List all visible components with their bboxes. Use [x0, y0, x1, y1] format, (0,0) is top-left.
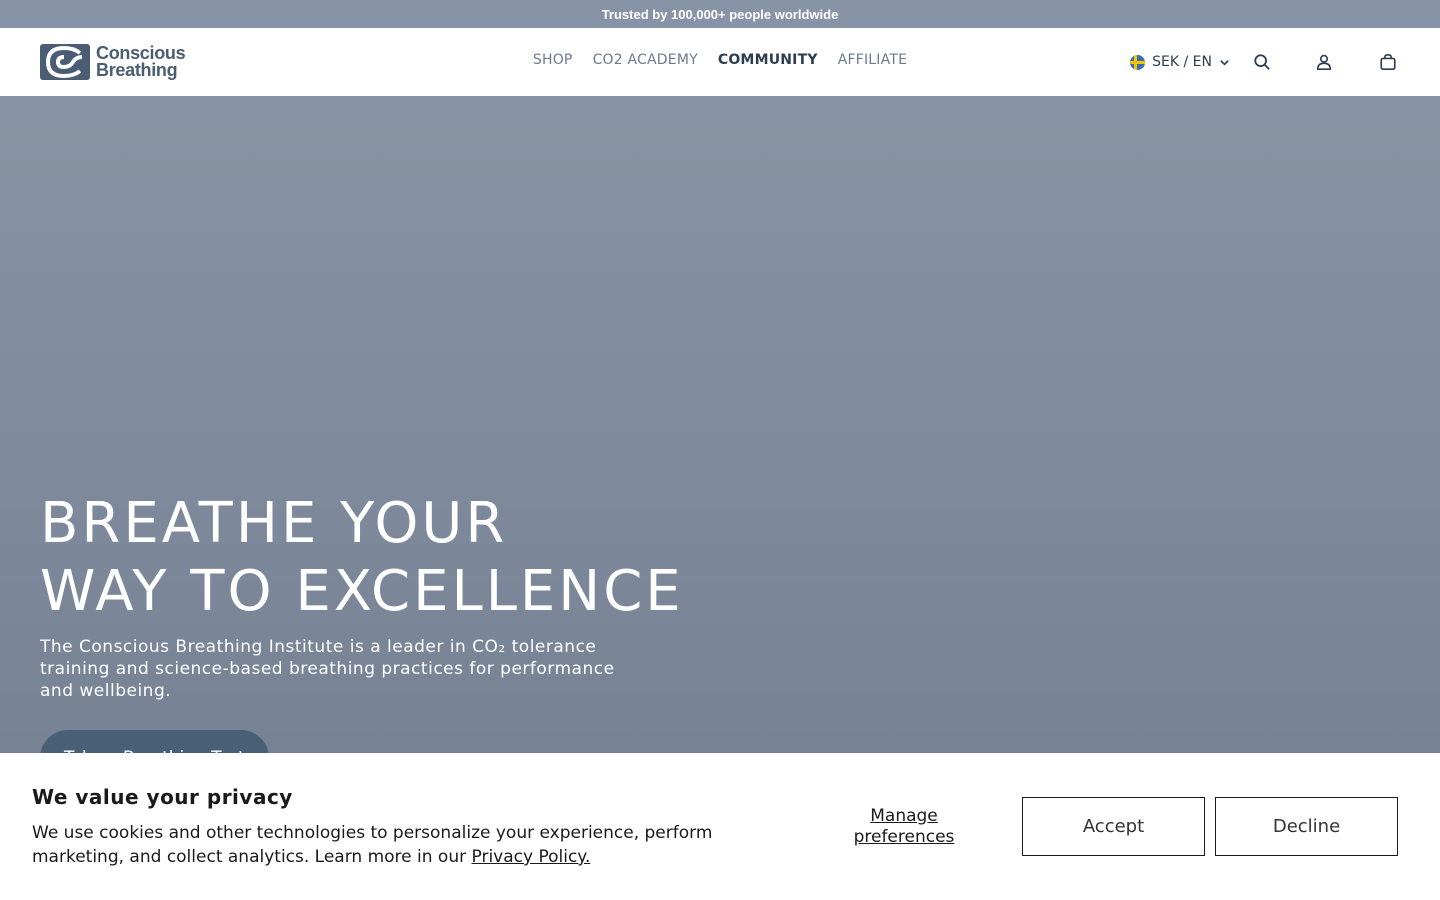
sweden-flag-icon — [1130, 54, 1146, 70]
search-icon — [1254, 54, 1270, 70]
hero-title-line-2: WAY TO EXCELLENCE — [40, 559, 684, 624]
locale-label: SEK / EN — [1152, 54, 1212, 70]
cart-button[interactable] — [1376, 50, 1400, 74]
nav-affiliate[interactable]: AFFILIATE — [838, 52, 907, 68]
nav-community[interactable]: COMMUNITY — [718, 52, 818, 68]
account-icon — [1316, 54, 1332, 71]
hero-title: BREATHE YOUR WAY TO EXCELLENCE — [40, 490, 740, 626]
logo[interactable]: Conscious Breathing — [40, 44, 186, 80]
cookie-title: We value your privacy — [32, 785, 293, 809]
logo-icon — [40, 44, 90, 80]
locale-selector[interactable]: SEK / EN — [1130, 54, 1230, 70]
announcement-text: Trusted by 100,000+ people worldwide — [601, 6, 839, 22]
cart-icon — [1380, 53, 1396, 71]
site-header: Conscious Breathing SHOP CO2 ACADEMY COM… — [0, 28, 1440, 96]
logo-text: Conscious Breathing — [96, 44, 186, 80]
announcement-bar: Trusted by 100,000+ people worldwide — [0, 0, 1440, 28]
nav-co2-academy[interactable]: CO2 ACADEMY — [593, 52, 698, 68]
cookie-body-text: We use cookies and other technologies to… — [32, 823, 713, 867]
account-button[interactable] — [1312, 50, 1336, 74]
hero-content: BREATHE YOUR WAY TO EXCELLENCE The Consc… — [40, 490, 740, 786]
hero-title-line-1: BREATHE YOUR — [40, 491, 508, 556]
header-actions: SEK / EN — [1130, 50, 1400, 74]
search-button[interactable] — [1250, 50, 1274, 74]
decline-button[interactable]: Decline — [1215, 797, 1398, 856]
cookie-actions: Manage preferences Accept Decline — [824, 797, 1398, 856]
chevron-down-icon — [1220, 59, 1229, 66]
privacy-policy-link[interactable]: Privacy Policy. — [472, 847, 591, 867]
nav-shop[interactable]: SHOP — [533, 52, 573, 68]
logo-line-2: Breathing — [96, 60, 178, 80]
cookie-banner: We value your privacy We use cookies and… — [0, 753, 1440, 900]
main-nav: SHOP CO2 ACADEMY COMMUNITY AFFILIATE — [533, 52, 907, 68]
cookie-text: We value your privacy We use cookies and… — [32, 785, 792, 869]
hero-subtitle: The Conscious Breathing Institute is a l… — [40, 637, 615, 701]
accept-button[interactable]: Accept — [1022, 797, 1205, 856]
manage-preferences-link[interactable]: Manage preferences — [824, 806, 984, 848]
cookie-body: We use cookies and other technologies to… — [32, 821, 792, 869]
